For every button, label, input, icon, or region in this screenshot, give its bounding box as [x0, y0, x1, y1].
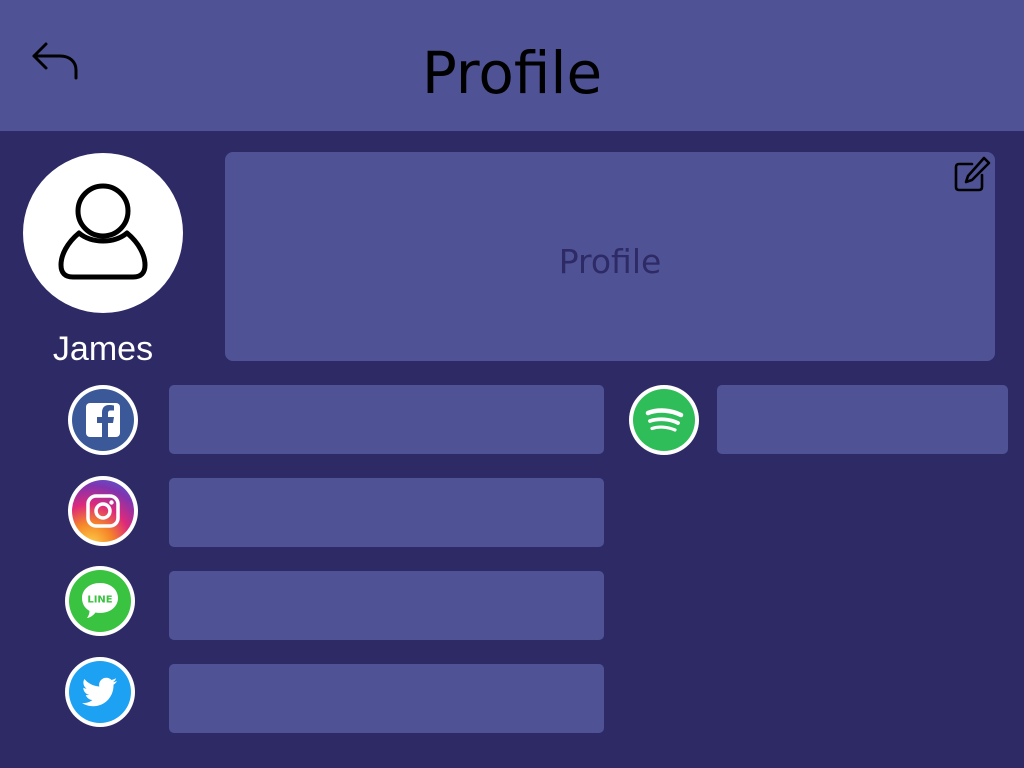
edit-icon	[954, 156, 991, 192]
facebook-input[interactable]	[169, 385, 604, 454]
twitter-icon	[69, 661, 131, 723]
user-icon	[58, 183, 148, 280]
instagram-input[interactable]	[169, 478, 604, 547]
instagram-icon-badge	[68, 476, 138, 546]
header-bar: Profile	[0, 0, 1024, 131]
twitter-icon-badge	[65, 657, 135, 727]
spotify-input[interactable]	[717, 385, 1008, 454]
facebook-icon-badge	[68, 385, 138, 455]
instagram-icon	[72, 480, 134, 542]
profile-placeholder: Profile	[558, 242, 662, 281]
spotify-icon	[633, 389, 695, 451]
username: James	[52, 330, 154, 368]
twitter-input[interactable]	[169, 664, 604, 733]
line-input[interactable]	[169, 571, 604, 640]
line-icon-text: LINE	[87, 595, 112, 606]
line-icon: LINE	[69, 570, 131, 632]
spotify-icon-badge	[629, 385, 699, 455]
facebook-icon	[72, 389, 134, 451]
profile-text-area[interactable]: Profile	[225, 152, 995, 361]
edit-profile-button[interactable]	[952, 155, 992, 195]
page-title: Profile	[421, 39, 603, 107]
avatar[interactable]	[23, 153, 183, 313]
line-icon-badge: LINE	[65, 566, 135, 636]
